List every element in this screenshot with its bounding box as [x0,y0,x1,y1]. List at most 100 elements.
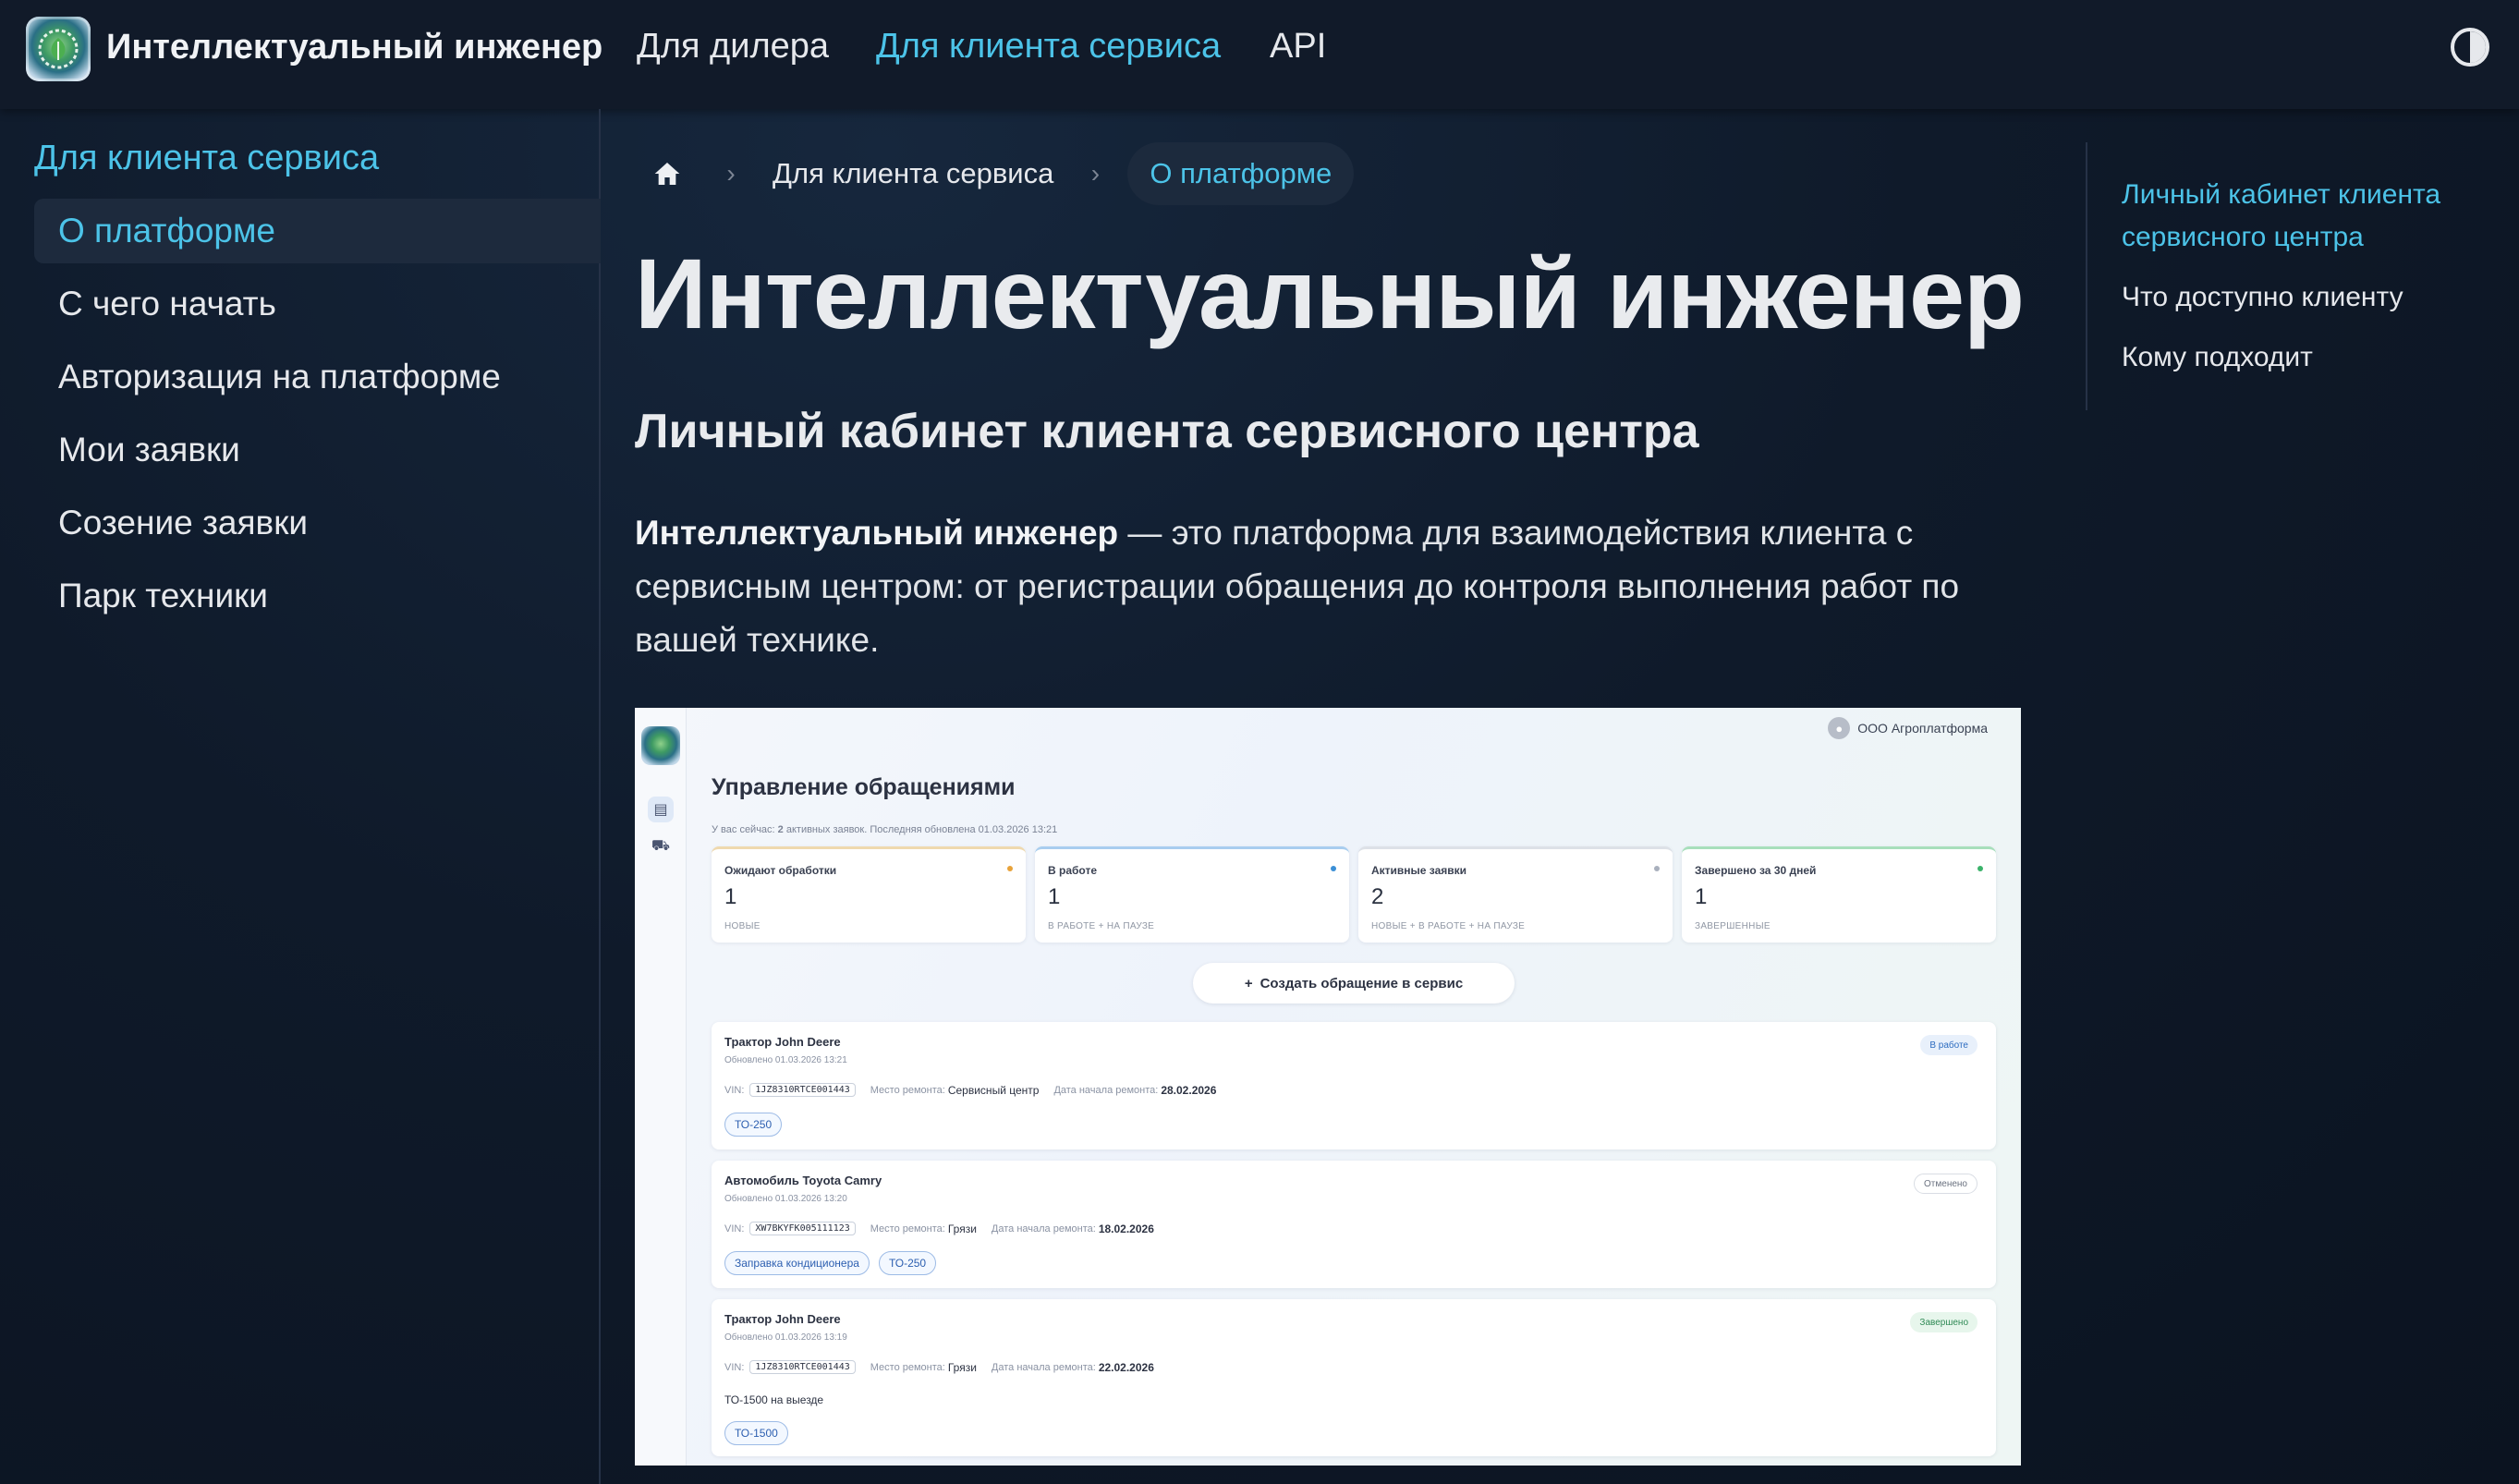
theme-toggle-icon[interactable] [2451,28,2489,67]
breadcrumb: › Для клиента сервиса › О платформе [636,142,1355,205]
request-tags: ТО-1500 [724,1421,788,1445]
request-tags: ТО-250 [724,1113,783,1137]
sidebar-item-label: О платформе [58,212,276,249]
stat-value: 1 [724,884,737,909]
chevron-right-icon: › [1090,159,1101,188]
status-badge: В работе [1920,1035,1977,1055]
create-request-button[interactable]: + Создать обращение в сервис [1193,963,1515,1004]
request-card[interactable]: Трактор John Deere Обновлено 01.03.2026 … [712,1299,1996,1456]
request-meta: VIN: 1JZ8310RTCE001443 Место ремонта: Се… [724,1083,1231,1097]
sidebar-item-label: Авторизация на платформе [58,358,501,395]
breadcrumb-parent[interactable]: Для клиента сервиса [763,157,1063,190]
sidebar-item-label: Парк техники [58,577,268,614]
requests-icon: ▤ [648,797,674,822]
stat-label: Активные заявки [1371,864,1467,877]
stat-value: 1 [1048,884,1061,909]
place-label: Место ремонта: [870,1361,945,1373]
logo-icon[interactable] [26,17,91,81]
stat-card-pending: Ожидают обработки 1 НОВЫЕ [712,846,1026,943]
app-title: Управление обращениями [712,774,1016,800]
sidebar-item-label: Созение заявки [58,504,309,541]
chevron-right-icon: › [726,159,736,188]
date-value: 22.02.2026 [1098,1360,1154,1374]
stat-label: Ожидают обработки [724,864,837,877]
nav-link-service-client[interactable]: Для клиента сервиса [876,27,1221,67]
home-icon[interactable] [636,142,699,205]
brand-name[interactable]: Интеллектуальный инженер [106,28,602,67]
sidebar-item-my-requests[interactable]: Мои заявки [34,418,601,482]
service-tag: Заправка кондиционера [724,1251,870,1275]
request-title: Трактор John Deere [724,1312,841,1326]
request-meta: VIN: XW7BKYFK005111123 Место ремонта: Гр… [724,1222,1169,1235]
sidebar-item-label: С чего начать [58,285,276,322]
stat-label: В работе [1048,864,1097,877]
sidebar-item-getting-started[interactable]: С чего начать [34,272,601,336]
request-title: Автомобиль Toyota Camry [724,1174,882,1187]
status-badge: Отменено [1914,1174,1977,1194]
place-label: Место ремонта: [870,1084,945,1096]
app-subtitle-prefix: У вас сейчас: [712,824,778,835]
status-dot-icon [1007,866,1013,871]
vin-value: XW7BKYFK005111123 [749,1222,856,1235]
stat-card-active: Активные заявки 2 НОВЫЕ + В РАБОТЕ + НА … [1358,846,1673,943]
vin-value: 1JZ8310RTCE001443 [749,1083,856,1097]
app-subtitle-suffix: активных заявок. Последняя обновлена 01.… [783,824,1058,835]
stat-caption: ЗАВЕРШЕННЫЕ [1695,921,1771,931]
stat-label: Завершено за 30 дней [1695,864,1817,877]
nav-link-api[interactable]: API [1270,27,1326,67]
date-label: Дата начала ремонта: [991,1361,1096,1373]
app-subtitle: У вас сейчас: 2 активных заявок. Последн… [712,824,1057,835]
toc-item-personal-cabinet[interactable]: Личный кабинет клиента сервисного центра [2122,174,2510,259]
place-label: Место ремонта: [870,1222,945,1235]
vin-label: VIN: [724,1222,745,1235]
status-dot-icon [1977,866,1983,871]
service-tag: ТО-250 [724,1113,783,1137]
place-value: Грязи [947,1222,977,1235]
request-meta: VIN: 1JZ8310RTCE001443 Место ремонта: Гр… [724,1360,1169,1374]
intro-bold: Интеллектуальный инженер [635,514,1119,552]
sidebar-item-create-request[interactable]: Созение заявки [34,491,601,555]
sidebar-heading[interactable]: Для клиента сервиса [34,139,379,178]
vehicle-icon: ⛟ [651,838,671,854]
breadcrumb-current: О платформе [1127,142,1355,205]
toc-item-audience[interactable]: Кому подходит [2122,336,2510,379]
status-dot-icon [1331,866,1336,871]
service-tag: ТО-250 [878,1251,937,1275]
stat-value: 2 [1371,884,1384,909]
nav-link-dealer[interactable]: Для дилера [637,27,829,67]
sidebar-item-fleet[interactable]: Парк техники [34,564,601,628]
request-title: Трактор John Deere [724,1035,841,1049]
request-note: ТО-1500 на выезде [724,1393,824,1406]
sidebar-item-label: Мои заявки [58,431,240,468]
stat-card-completed: Завершено за 30 дней 1 ЗАВЕРШЕННЫЕ [1682,846,1996,943]
request-card[interactable]: Автомобиль Toyota Camry Обновлено 01.03.… [712,1161,1996,1288]
page-title: Интеллектуальный инженер [635,237,2025,349]
vin-label: VIN: [724,1361,745,1373]
vin-value: 1JZ8310RTCE001443 [749,1360,856,1374]
stat-value: 1 [1695,884,1708,909]
request-card[interactable]: Трактор John Deere Обновлено 01.03.2026 … [712,1022,1996,1149]
status-badge: Завершено [1910,1312,1977,1332]
app-rail: ▤ ⛟ [635,708,687,1466]
sidebar: Для клиента сервиса О платформе С чего н… [0,109,601,1484]
request-updated: Обновлено 01.03.2026 13:21 [724,1055,847,1065]
date-value: 18.02.2026 [1098,1222,1154,1235]
intro-paragraph: Интеллектуальный инженер — это платформа… [635,506,2039,667]
service-tag: ТО-1500 [724,1421,788,1445]
stat-caption: НОВЫЕ + В РАБОТЕ + НА ПАУЗЕ [1371,921,1526,931]
place-value: Грязи [947,1360,977,1374]
app-user-name: ООО Агроплатформа [1857,721,1988,736]
app-screenshot: ▤ ⛟ ● ООО Агроплатформа Управление обращ… [635,708,2021,1466]
stat-card-in-progress: В работе 1 В РАБОТЕ + НА ПАУЗЕ [1035,846,1349,943]
vin-label: VIN: [724,1084,745,1096]
toc-item-available-features[interactable]: Что доступно клиенту [2122,276,2510,319]
date-label: Дата начала ремонта: [1053,1084,1159,1096]
date-label: Дата начала ремонта: [991,1222,1096,1235]
app-user: ● ООО Агроплатформа [1828,717,1988,739]
sidebar-item-about[interactable]: О платформе [34,199,601,263]
app-logo-icon [641,726,680,765]
sidebar-item-authorization[interactable]: Авторизация на платформе [34,345,601,409]
request-updated: Обновлено 01.03.2026 13:19 [724,1332,847,1343]
status-dot-icon [1654,866,1660,871]
place-value: Сервисный центр [947,1083,1040,1097]
